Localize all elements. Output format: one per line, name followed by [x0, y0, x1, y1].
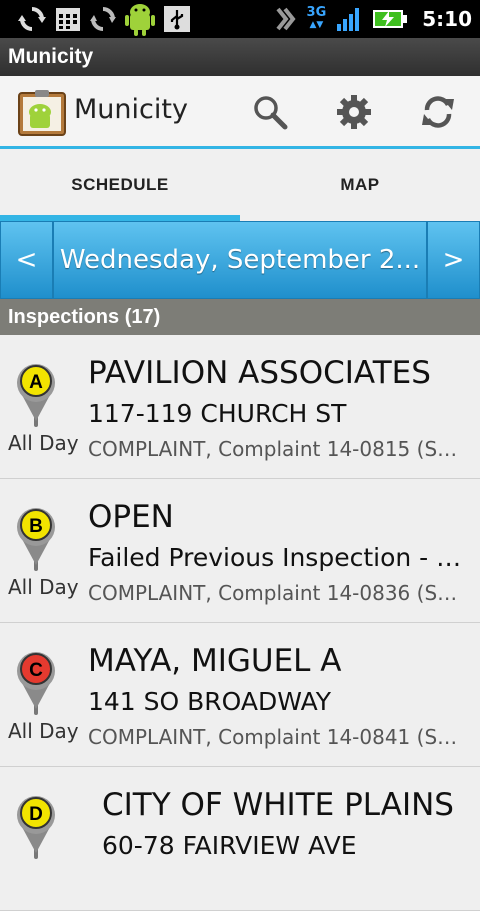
tab-map[interactable]: MAP	[240, 149, 480, 221]
date-selector[interactable]: Wednesday, September 2...	[53, 221, 427, 299]
inspection-list: A All Day PAVILION ASSOCIATES 117-119 CH…	[0, 335, 480, 911]
refresh-icon	[422, 96, 454, 128]
list-item[interactable]: C All Day MAYA, MIGUEL A 141 SO BROADWAY…	[0, 623, 480, 767]
sync-icon	[18, 7, 46, 31]
item-title: PAVILION ASSOCIATES	[88, 355, 431, 391]
next-day-button[interactable]: >	[427, 221, 480, 299]
settings-icon	[337, 95, 371, 129]
tab-bar: SCHEDULE MAP	[0, 149, 480, 221]
window-title-bar: Municity	[0, 38, 480, 76]
item-title: MAYA, MIGUEL A	[88, 643, 342, 679]
action-bar: Municity	[0, 76, 480, 149]
pin-letter: B	[29, 516, 43, 537]
item-address: Failed Previous Inspection - T...	[88, 543, 468, 572]
search-button[interactable]	[248, 90, 292, 134]
map-pin-icon: B	[17, 508, 55, 571]
list-item[interactable]: D CITY OF WHITE PLAINS 60-78 FAIRVIEW AV…	[0, 767, 480, 911]
settings-button[interactable]	[332, 90, 376, 134]
item-address: 117-119 CHURCH ST	[88, 399, 347, 428]
item-description: COMPLAINT, Complaint 14-0836 (Sup...	[88, 581, 468, 605]
network-type: 3G ▲▼	[306, 5, 327, 30]
app-logo-icon[interactable]	[18, 90, 66, 136]
item-address: 60-78 FAIRVIEW AVE	[102, 831, 357, 860]
pin-letter: C	[29, 660, 43, 681]
window-title: Municity	[8, 45, 94, 68]
item-description: COMPLAINT, Complaint 14-0841 (Sup...	[88, 725, 468, 749]
list-item[interactable]: A All Day PAVILION ASSOCIATES 117-119 CH…	[0, 335, 480, 479]
tab-schedule[interactable]: SCHEDULE	[0, 149, 240, 221]
item-time: All Day	[8, 719, 79, 743]
map-pin-icon: D	[17, 796, 55, 859]
data-activity-icon	[275, 7, 296, 31]
previous-day-button[interactable]: <	[0, 221, 53, 299]
item-title: CITY OF WHITE PLAINS	[102, 787, 454, 823]
calendar-icon	[56, 8, 80, 31]
pin-letter: A	[29, 372, 43, 393]
item-time: All Day	[8, 431, 79, 455]
map-pin-icon: C	[17, 652, 55, 715]
item-title: OPEN	[88, 499, 174, 535]
search-icon	[254, 96, 288, 130]
system-icons: 3G ▲▼ 5:10	[275, 4, 472, 34]
notification-icons	[18, 4, 190, 36]
signal-icon	[337, 8, 360, 31]
android-icon	[125, 4, 155, 36]
usb-icon	[164, 6, 190, 32]
item-time: All Day	[8, 575, 79, 599]
status-bar: 3G ▲▼ 5:10	[0, 0, 480, 38]
clock: 5:10	[422, 7, 472, 31]
date-navigation: < Wednesday, September 2... >	[0, 221, 480, 299]
item-description: COMPLAINT, Complaint 14-0815 (Sup...	[88, 437, 468, 461]
section-header: Inspections (17)	[0, 299, 480, 335]
pin-letter: D	[29, 804, 43, 825]
refresh-button[interactable]	[416, 90, 460, 134]
map-pin-icon: A	[17, 364, 55, 427]
battery-charging-icon	[373, 10, 408, 28]
list-item[interactable]: B All Day OPEN Failed Previous Inspectio…	[0, 479, 480, 623]
app-name: Municity	[74, 94, 188, 125]
sync-alt-icon	[90, 7, 116, 31]
item-address: 141 SO BROADWAY	[88, 687, 332, 716]
